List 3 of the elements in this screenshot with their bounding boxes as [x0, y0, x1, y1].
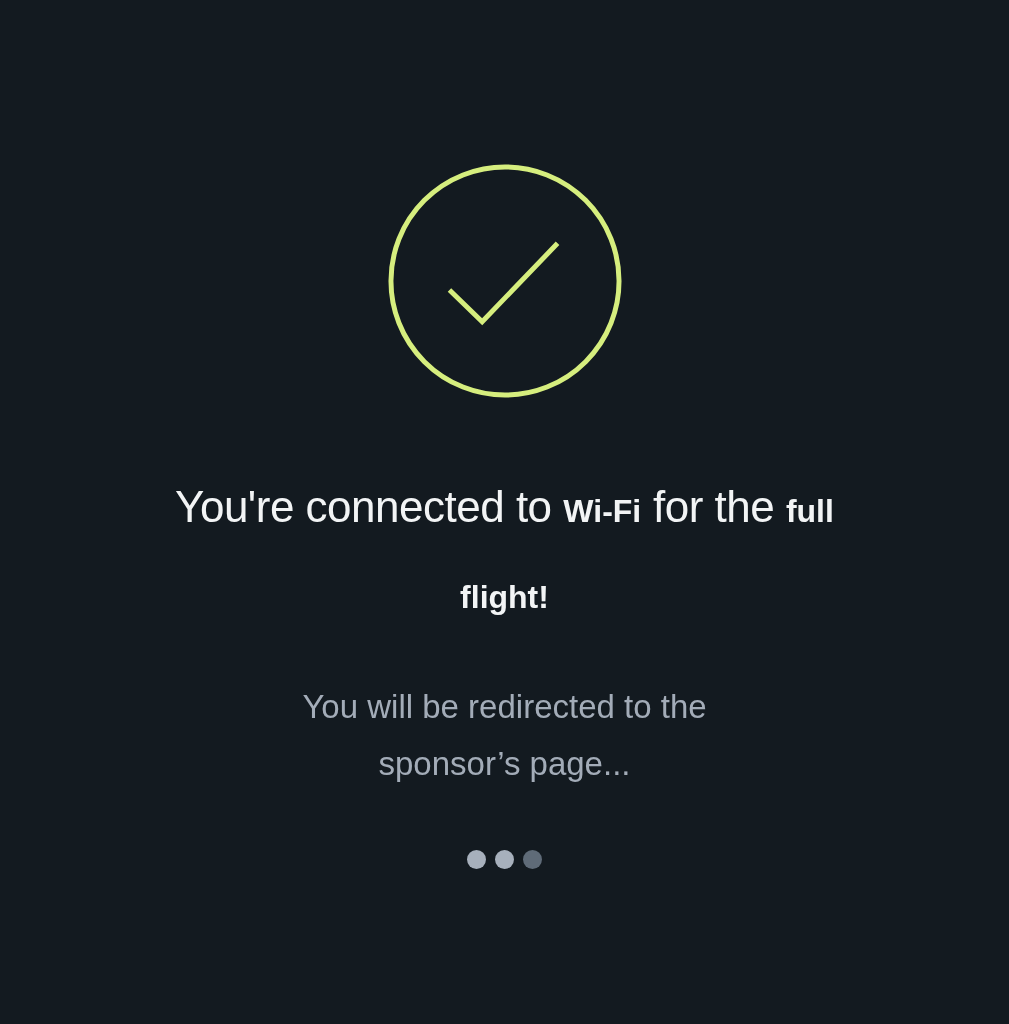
check-circle-icon: [385, 162, 624, 400]
redirect-message: You will be redirected to the sponsor’s page...: [301, 687, 708, 784]
headline: You're connected to Wi-Fi for the full flight!: [174, 481, 835, 617]
